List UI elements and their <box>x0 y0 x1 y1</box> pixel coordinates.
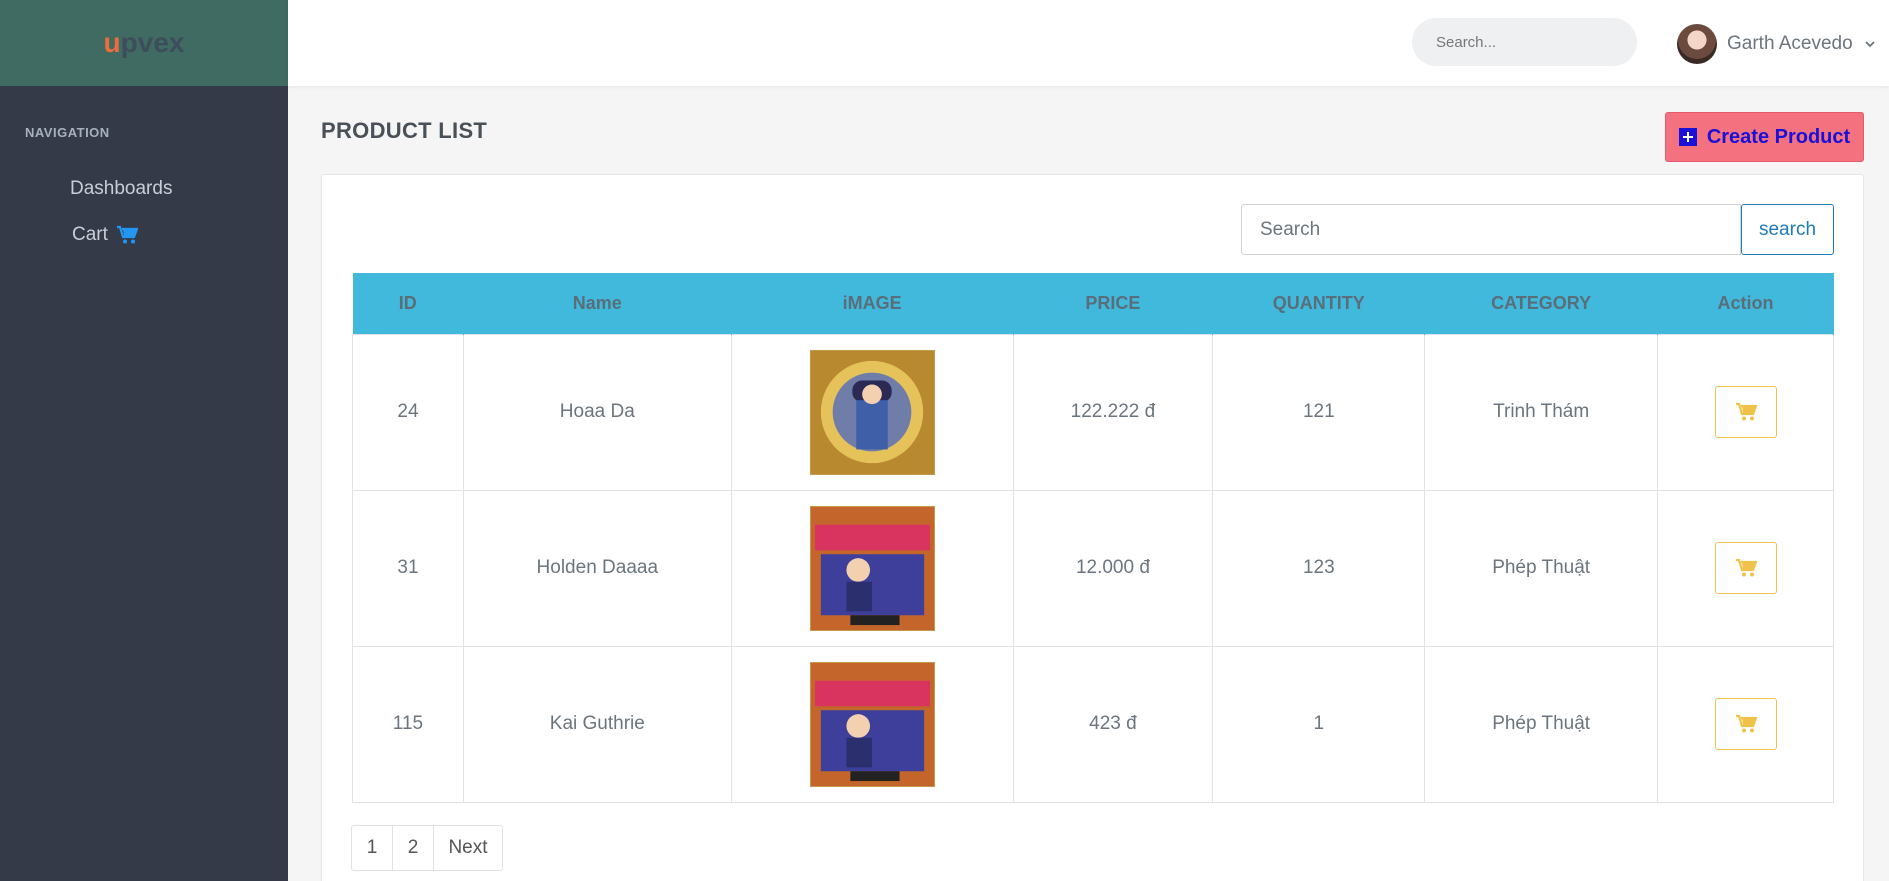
cell-id: 24 <box>352 333 464 491</box>
cell-image <box>730 333 1014 491</box>
cell-price: 12.000 đ <box>1012 489 1214 647</box>
cell-name: Kai Guthrie <box>462 645 732 803</box>
cell-category: Phép Thuật <box>1424 645 1659 803</box>
cell-name: Hoaa Da <box>462 333 732 491</box>
cell-category: Trinh Thám <box>1424 333 1659 491</box>
cell-price: 122.222 đ <box>1012 333 1214 491</box>
pagination: 1 2 Next <box>351 825 503 871</box>
sidebar-item-cart[interactable]: Cart <box>72 224 138 246</box>
cart-icon <box>1735 714 1757 733</box>
cart-icon <box>116 225 138 245</box>
page-title: PRODUCT LIST <box>321 118 488 143</box>
cart-icon <box>1735 558 1757 577</box>
cell-image <box>730 645 1014 803</box>
cart-icon <box>1735 402 1757 421</box>
cell-quantity: 123 <box>1212 489 1426 647</box>
cell-action <box>1657 645 1834 803</box>
table-header-row: ID Name iMAGE PRICE QUANTITY CATEGORY Ac… <box>352 273 1834 334</box>
page-link-2[interactable]: 2 <box>392 825 434 871</box>
cell-category: Phép Thuật <box>1424 489 1659 647</box>
cell-action <box>1657 489 1834 647</box>
add-to-cart-button[interactable] <box>1714 698 1777 750</box>
cell-id: 115 <box>352 645 464 803</box>
search-button[interactable]: search <box>1741 204 1834 255</box>
topbar: Garth Acevedo <box>288 0 1889 86</box>
product-cover-image[interactable] <box>809 505 935 631</box>
product-search-input[interactable] <box>1241 204 1741 255</box>
product-cover-image[interactable] <box>809 661 935 787</box>
header-search-input[interactable] <box>1412 18 1637 66</box>
logo-text: pvex <box>120 27 185 58</box>
cell-image <box>730 489 1014 647</box>
column-header-image: iMAGE <box>731 273 1014 334</box>
sidebar-item-label: Cart <box>72 224 108 245</box>
create-product-button[interactable]: Create Product <box>1665 112 1864 162</box>
sidebar-item-dashboards[interactable]: Dashboards <box>70 178 172 200</box>
column-header-price: PRICE <box>1013 273 1214 334</box>
cell-quantity: 121 <box>1212 333 1426 491</box>
product-cover-image[interactable] <box>809 349 935 475</box>
chevron-down-icon <box>1865 41 1875 48</box>
sidebar: upvex NAVIGATION Dashboards Cart <box>0 0 288 881</box>
column-header-name: Name <box>463 273 732 334</box>
column-header-action: Action <box>1657 273 1834 334</box>
cell-name: Holden Daaaa <box>462 489 732 647</box>
user-name: Garth Acevedo <box>1727 33 1853 54</box>
column-header-category: CATEGORY <box>1424 273 1659 334</box>
column-header-quantity: QUANTITY <box>1212 273 1426 334</box>
cell-action <box>1657 333 1834 491</box>
page-link-1[interactable]: 1 <box>351 825 393 871</box>
create-product-label: Create Product <box>1706 125 1851 148</box>
upvex-logo[interactable]: upvex <box>104 27 185 59</box>
logo-letter-u: u <box>103 27 121 58</box>
add-to-cart-button[interactable] <box>1714 386 1777 438</box>
column-header-id: ID <box>352 273 464 334</box>
table-row: 115 Kai Guthrie 423 đ 1 Phép Thuật <box>352 645 1834 803</box>
cell-quantity: 1 <box>1212 645 1426 803</box>
add-to-cart-button[interactable] <box>1714 542 1777 594</box>
nav-heading: NAVIGATION <box>25 125 110 140</box>
cell-id: 31 <box>352 489 464 647</box>
cell-price: 423 đ <box>1012 645 1214 803</box>
table-row: 24 Hoaa Da 122.222 đ 121 Trinh Thám <box>352 333 1834 491</box>
plus-square-icon <box>1678 128 1697 146</box>
user-menu[interactable]: Garth Acevedo <box>1677 24 1877 64</box>
brand-area: upvex <box>0 0 288 86</box>
avatar <box>1677 24 1717 64</box>
product-table: ID Name iMAGE PRICE QUANTITY CATEGORY Ac… <box>352 273 1834 803</box>
next-page-link[interactable]: Next <box>433 825 503 871</box>
table-row: 31 Holden Daaaa 12.000 đ 123 Phép Thuật <box>352 489 1834 647</box>
sidebar-item-label: Dashboards <box>70 178 173 199</box>
